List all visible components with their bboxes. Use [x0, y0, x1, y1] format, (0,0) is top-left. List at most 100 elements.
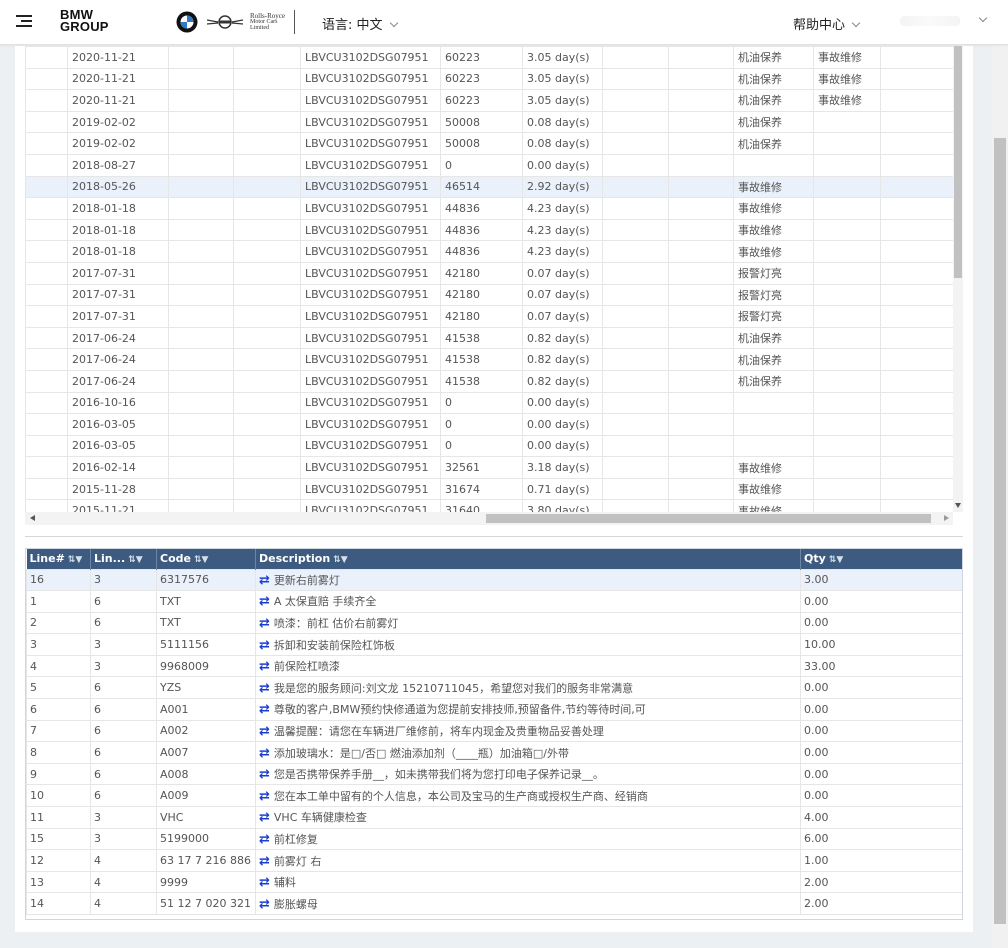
- swap-arrows-icon[interactable]: ⇄: [259, 875, 270, 890]
- history-cell: 事故维修: [733, 218, 814, 242]
- sort-filter-icon[interactable]: ⇅▼: [128, 555, 142, 565]
- job-line-row[interactable]: 5 6 YZS ⇄ 我是您的服务顾问:刘文龙 15210711045，希望您对我们的服务…: [26, 676, 962, 700]
- history-row[interactable]: 2018-08-27 LBVCU3102DSG07951 0 0.00 day(s): [25, 153, 953, 177]
- history-row[interactable]: 2018-01-18 LBVCU3102DSG07951 44836 4.23 day…: [25, 218, 953, 242]
- scroll-left-arrow-icon[interactable]: [30, 515, 35, 521]
- menu-icon[interactable]: [16, 13, 32, 29]
- job-line-row[interactable]: 7 6 A002 ⇄ 温馨提醒：请您在车辆进厂维修前，将车内现金及贵重物品妥善处理 0.0…: [26, 719, 962, 743]
- history-row[interactable]: 2017-07-31 LBVCU3102DSG07951 42180 0.07 day…: [25, 261, 953, 285]
- user-chevron-down-icon[interactable]: [978, 13, 988, 23]
- history-row[interactable]: 2017-06-24 LBVCU3102DSG07951 41538 0.82 day…: [25, 348, 953, 371]
- history-row[interactable]: 2020-11-21 LBVCU3102DSG07951 60223 3.05 day…: [25, 67, 953, 91]
- swap-arrows-icon[interactable]: ⇄: [259, 616, 270, 631]
- scrollbar-thumb[interactable]: [486, 514, 931, 523]
- swap-arrows-icon[interactable]: ⇄: [259, 724, 270, 739]
- history-row[interactable]: 2020-11-21 LBVCU3102DSG07951 60223 3.05 day…: [25, 46, 953, 69]
- history-row[interactable]: 2017-06-24 LBVCU3102DSG07951 41538 0.82 day…: [25, 326, 953, 350]
- history-row[interactable]: 2020-11-21 LBVCU3102DSG07951 60223 3.05 day…: [25, 89, 953, 112]
- job-line-row[interactable]: 16 3 6317576 ⇄ 更新右前雾灯 3.00: [26, 568, 962, 592]
- history-row[interactable]: 2016-02-14 LBVCU3102DSG07951 32561 3.18 day…: [25, 456, 953, 479]
- column-header[interactable]: Lin... ⇅▼: [90, 549, 157, 569]
- job-line-row[interactable]: 10 6 A009 ⇄ 您在本工单中留有的个人信息，本公司及宝马的生产商或授权生产商、经…: [26, 784, 962, 808]
- scrollbar-thumb[interactable]: [954, 46, 962, 278]
- history-row[interactable]: 2019-02-02 LBVCU3102DSG07951 50008 0.08 day…: [25, 110, 953, 134]
- scroll-down-arrow-icon[interactable]: [955, 503, 961, 508]
- column-header[interactable]: Qty ⇅▼: [800, 549, 962, 569]
- job-line-description: 我是您的服务顾问:刘文龙 15210711045，希望您对我们的服务非常满意: [273, 681, 634, 695]
- history-row[interactable]: 2017-06-24 LBVCU3102DSG07951 41538 0.82 day…: [25, 369, 953, 393]
- column-header[interactable]: Line# ⇅▼: [26, 549, 91, 569]
- history-cell: [880, 175, 953, 199]
- job-line-cell: 6: [90, 762, 157, 786]
- job-line-row[interactable]: 13 4 9999 ⇄ 辅料 2.00: [26, 870, 962, 894]
- history-row[interactable]: 2019-02-02 LBVCU3102DSG07951 50008 0.08 day…: [25, 132, 953, 155]
- history-row[interactable]: 2016-10-16 LBVCU3102DSG07951 0 0.00 day(s): [25, 391, 953, 415]
- job-line-row[interactable]: 14 4 51 12 7 020 321 ⇄ 膨胀螺母 2.00: [26, 892, 962, 915]
- swap-arrows-icon[interactable]: ⇄: [259, 702, 270, 717]
- history-cell: LBVCU3102DSG07951: [300, 369, 441, 393]
- swap-arrows-icon[interactable]: ⇄: [259, 767, 270, 782]
- swap-arrows-icon[interactable]: ⇄: [259, 638, 270, 653]
- job-line-row[interactable]: 9 6 A008 ⇄ 您是否携带保养手册__，如未携带我们将为您打印电子保养记录__。 0…: [26, 762, 962, 786]
- column-header[interactable]: Description ⇅▼: [255, 549, 801, 569]
- job-line-row[interactable]: 8 6 A007 ⇄ 添加玻璃水：是□/否□ 燃油添加剂（____瓶）加油箱□/外带 0.…: [26, 741, 962, 764]
- history-row[interactable]: 2015-11-28 LBVCU3102DSG07951 31674 0.71 day…: [25, 477, 953, 501]
- swap-arrows-icon[interactable]: ⇄: [259, 746, 270, 761]
- job-line-cell: 51 12 7 020 321: [156, 892, 256, 915]
- user-name-blurred[interactable]: [900, 16, 960, 26]
- job-line-row[interactable]: 15 3 5199000 ⇄ 前杠修复 6.00: [26, 827, 962, 851]
- job-line-row[interactable]: 2 6 TXT ⇄ 喷漆：前杠 估价右前雾灯 0.00: [26, 611, 962, 635]
- job-line-row[interactable]: 3 3 5111156 ⇄ 拆卸和安装前保险杠饰板 10.00: [26, 633, 962, 656]
- sort-filter-icon[interactable]: ⇅▼: [194, 555, 208, 565]
- swap-arrows-icon[interactable]: ⇄: [259, 594, 270, 609]
- scroll-right-arrow-icon[interactable]: [944, 515, 949, 521]
- scrollbar-thumb[interactable]: [994, 138, 1006, 924]
- swap-arrows-icon[interactable]: ⇄: [259, 681, 270, 696]
- sort-filter-icon[interactable]: ⇅▼: [333, 555, 347, 565]
- swap-arrows-icon[interactable]: ⇄: [259, 573, 270, 588]
- sort-filter-icon[interactable]: ⇅▼: [68, 555, 82, 565]
- history-row[interactable]: 2015-11-21 LBVCU3102DSG07951 31640 3.80 day…: [25, 499, 953, 512]
- history-cell: 4.23 day(s): [522, 240, 603, 263]
- history-row[interactable]: 2018-01-18 LBVCU3102DSG07951 44836 4.23 day…: [25, 197, 953, 220]
- column-header[interactable]: Code ⇅▼: [156, 549, 256, 569]
- job-line-cell: 2.00: [800, 892, 962, 915]
- swap-arrows-icon[interactable]: ⇄: [259, 854, 270, 869]
- swap-arrows-icon[interactable]: ⇄: [259, 659, 270, 674]
- history-row[interactable]: 2016-03-05 LBVCU3102DSG07951 0 0.00 day(s): [25, 434, 953, 458]
- history-cell: [25, 283, 68, 307]
- history-cell: 0.00 day(s): [522, 153, 603, 177]
- history-cell: [233, 67, 301, 91]
- job-line-row[interactable]: 4 3 9968009 ⇄ 前保险杠喷漆 33.00: [26, 654, 962, 678]
- history-row[interactable]: 2016-03-05 LBVCU3102DSG07951 0 0.00 day(s): [25, 413, 953, 436]
- bmw-group-logo[interactable]: BMW GROUP: [60, 8, 109, 33]
- job-line-row[interactable]: 6 6 A001 ⇄ 尊敬的客户,BMW预约快修通道为您提前安排技师,预留备件,节约等待…: [26, 698, 962, 721]
- history-cell: 60223: [440, 67, 523, 91]
- history-cell: [668, 218, 734, 242]
- job-line-row[interactable]: 1 6 TXT ⇄ A 太保直赔 手续齐全 0.00: [26, 590, 962, 613]
- history-cell: [602, 175, 669, 199]
- history-cell: 2016-02-14: [67, 456, 169, 479]
- job-line-row[interactable]: 11 3 VHC ⇄ VHC 车辆健康检查 4.00: [26, 806, 962, 829]
- history-row[interactable]: 2018-05-26 LBVCU3102DSG07951 46514 2.92 day…: [25, 175, 953, 199]
- help-center-menu[interactable]: 帮助中心: [793, 14, 861, 33]
- swap-arrows-icon[interactable]: ⇄: [259, 789, 270, 804]
- page-vertical-scrollbar[interactable]: [992, 46, 1008, 948]
- history-row[interactable]: 2018-01-18 LBVCU3102DSG07951 44836 4.23 day…: [25, 240, 953, 263]
- sort-filter-icon[interactable]: ⇅▼: [829, 555, 843, 565]
- swap-arrows-icon[interactable]: ⇄: [259, 832, 270, 847]
- history-cell: [813, 197, 881, 220]
- history-cell: 31640: [440, 499, 523, 512]
- job-line-cell: 8: [26, 741, 91, 764]
- history-row[interactable]: 2017-07-31 LBVCU3102DSG07951 42180 0.07 day…: [25, 283, 953, 307]
- language-selector[interactable]: 语言: 中文: [322, 14, 398, 33]
- history-cell: 机油保养: [733, 67, 814, 91]
- history-horizontal-scrollbar[interactable]: [25, 512, 953, 525]
- history-vertical-scrollbar[interactable]: [953, 46, 963, 512]
- swap-arrows-icon[interactable]: ⇄: [259, 810, 270, 825]
- swap-arrows-icon[interactable]: ⇄: [259, 897, 270, 912]
- job-line-row[interactable]: 12 4 63 17 7 216 886 ⇄ 前雾灯 右 1.00: [26, 849, 962, 872]
- history-row[interactable]: 2017-07-31 LBVCU3102DSG07951 42180 0.07 day…: [25, 305, 953, 328]
- history-cell: LBVCU3102DSG07951: [300, 175, 441, 199]
- history-cell: [813, 305, 881, 328]
